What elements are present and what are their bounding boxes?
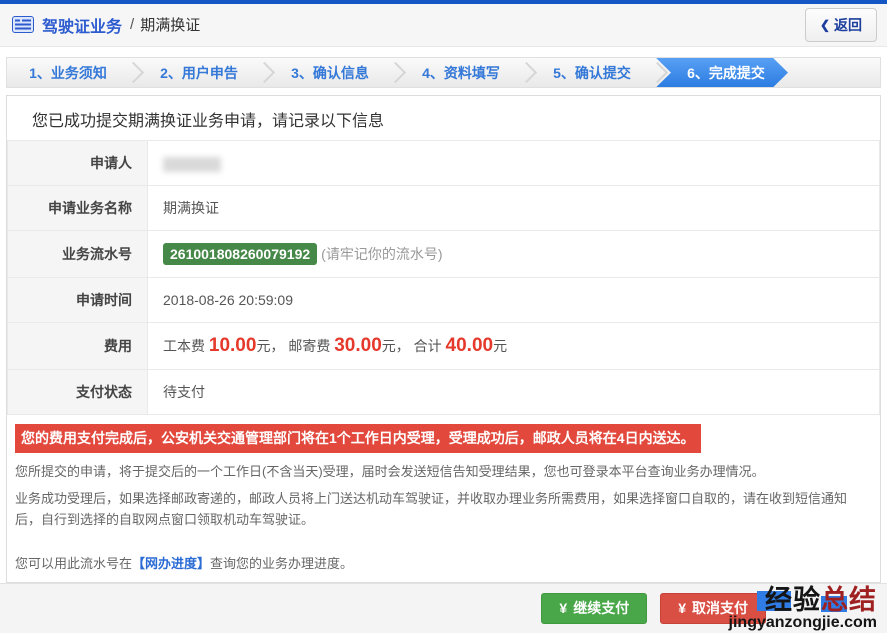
page-header: 驾驶证业务 / 期满换证 ❮ 返回 [0,4,887,47]
table-row-applicant: 申请人 [8,141,880,186]
back-button-label: 返回 [834,15,862,35]
form-list-icon [12,16,34,33]
cancel-payment-button[interactable]: ¥ 取消支付 [660,593,766,624]
success-message: 您已成功提交期满换证业务申请，请记录以下信息 [7,96,880,140]
yuan-icon: ¥ [678,601,686,616]
fee-label: 费用 [8,323,148,370]
step-label: 2、用户申告 [160,63,238,83]
apply-time-label: 申请时间 [8,278,148,323]
step-2-user-declaration: 2、用户申告 [138,58,260,88]
continue-payment-label: 继续支付 [573,601,629,616]
business-name-label: 申请业务名称 [8,186,148,231]
progress-hint-after: 查询您的业务办理进度。 [210,556,353,571]
progress-link-text: 【网办进度】 [132,556,210,571]
yuan-icon: ¥ [559,601,567,616]
fee-item-label: 邮寄费 [288,338,334,354]
progress-hint: 您可以用此流水号在【网办进度】查询您的业务办理进度。 [7,554,880,574]
result-panel: 您已成功提交期满换证业务申请，请记录以下信息 申请人 申请业务名称 期满换证 业… [6,95,881,582]
serial-number-note: (请牢记你的流水号) [321,246,442,262]
fee-amount: 40.00 [446,335,494,356]
fee-item-label: 合计 [414,338,446,354]
fee-unit: 元， [382,338,414,354]
business-name-value: 期满换证 [148,186,880,231]
fee-unit: 元 [493,338,507,354]
continue-payment-button[interactable]: ¥ 继续支付 [541,593,647,624]
payment-warning-banner: 您的费用支付完成后，公安机关交通管理部门将在1个工作日内受理，受理成功后，邮政人… [15,424,701,453]
step-4-fill-data: 4、资料填写 [400,58,522,88]
applicant-label: 申请人 [8,141,148,186]
breadcrumb-current: 期满换证 [140,14,200,35]
breadcrumb-divider: / [130,16,134,33]
step-5-confirm-submit: 5、确认提交 [531,58,653,88]
table-row-serial-number: 业务流水号 261001808260079192(请牢记你的流水号) [8,231,880,278]
serial-number-badge: 261001808260079192 [163,243,317,265]
serial-number-label: 业务流水号 [8,231,148,278]
payment-status-value: 待支付 [148,370,880,415]
serial-number-value: 261001808260079192(请牢记你的流水号) [148,231,880,278]
instruction-paragraph-2: 业务成功受理后，如果选择邮政寄递的，邮政人员将上门送达机动车驾驶证，并收取办理业… [7,489,880,529]
payment-status-label: 支付状态 [8,370,148,415]
step-bar-filler [788,58,880,88]
instruction-paragraph-1: 您所提交的申请，将于提交后的一个工作日(不含当天)受理，届时会发送短信告知受理结… [7,462,880,482]
step-label: 4、资料填写 [422,63,500,83]
cancel-payment-label: 取消支付 [692,601,748,616]
fee-value: 工本费 10.00元， 邮寄费 30.00元， 合计 40.00元 [148,323,880,370]
step-label: 1、业务须知 [29,63,107,83]
step-label: 5、确认提交 [553,63,631,83]
redacted-name [163,157,221,172]
step-label: 6、完成提交 [687,63,765,83]
progress-hint-before: 您可以用此流水号在 [15,556,132,571]
fee-item-label: 工本费 [163,338,209,354]
step-label: 3、确认信息 [291,63,369,83]
step-3-confirm-info: 3、确认信息 [269,58,391,88]
table-row-fee: 费用 工本费 10.00元， 邮寄费 30.00元， 合计 40.00元 [8,323,880,370]
step-6-complete-active: 6、完成提交 [656,58,788,88]
apply-time-value: 2018-08-26 20:59:09 [148,278,880,323]
table-row-business-name: 申请业务名称 期满换证 [8,186,880,231]
fee-amount: 30.00 [334,335,382,356]
page-title: 驾驶证业务 [42,13,122,37]
back-chevron-icon: ❮ [820,18,830,32]
back-button[interactable]: ❮ 返回 [805,8,877,42]
table-row-apply-time: 申请时间 2018-08-26 20:59:09 [8,278,880,323]
applicant-value [148,141,880,186]
step-progress-bar: 1、业务须知 2、用户申告 3、确认信息 4、资料填写 5、确认提交 6、完成提… [6,57,881,89]
step-1-business-notice: 1、业务须知 [7,58,129,88]
fee-amount: 10.00 [209,335,257,356]
action-footer: ¥ 继续支付 ¥ 取消支付 [0,583,887,633]
application-info-table: 申请人 申请业务名称 期满换证 业务流水号 261001808260079192… [7,140,880,415]
fee-unit: 元， [256,338,288,354]
table-row-payment-status: 支付状态 待支付 [8,370,880,415]
